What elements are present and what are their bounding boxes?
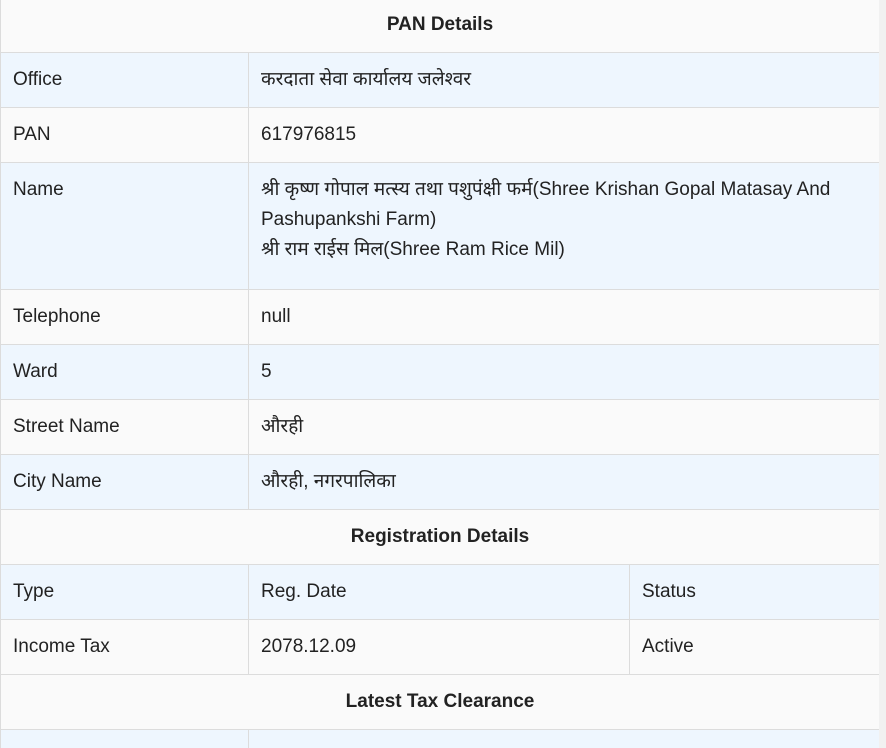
registration-details-heading-row: Registration Details	[0, 509, 880, 565]
name-row: Name श्री कृष्ण गोपाल मत्स्य तथा पशुपंक्…	[0, 162, 880, 290]
street-name-value: औरही	[248, 399, 880, 455]
city-name-label: City Name	[0, 454, 249, 510]
details-page: PAN Details Office करदाता सेवा कार्यालय …	[0, 0, 886, 748]
fiscal-year-label: Fiscal Year / Return	[0, 729, 249, 748]
telephone-label: Telephone	[0, 289, 249, 345]
type-column-header: Type	[0, 564, 249, 620]
city-name-row: City Name औरही, नगरपालिका	[0, 454, 880, 510]
registration-date: 2078.12.09	[248, 619, 630, 675]
pan-details-heading: PAN Details	[0, 0, 880, 53]
ward-value: 5	[248, 344, 880, 400]
name-label: Name	[0, 162, 249, 290]
name-value-line: श्री कृष्ण गोपाल मत्स्य तथा पशुपंक्षी फर…	[261, 179, 831, 230]
registration-status: Active	[629, 619, 880, 675]
telephone-value: null	[248, 289, 880, 345]
pan-label: PAN	[0, 107, 249, 163]
telephone-row: Telephone null	[0, 289, 880, 345]
registration-type: Income Tax	[0, 619, 249, 675]
status-column-header: Status	[629, 564, 880, 620]
latest-tax-clearance-heading: Latest Tax Clearance	[0, 674, 880, 730]
registration-row: Income Tax 2078.12.09 Active	[0, 619, 880, 675]
fiscal-year-value: 2079.080 / 2080.08.06	[248, 729, 880, 748]
page-scrollbar[interactable]	[879, 0, 886, 748]
pan-details-table: PAN Details Office करदाता सेवा कार्यालय …	[0, 0, 880, 748]
office-label: Office	[0, 52, 249, 108]
name-value-line: श्री राम राईस मिल(Shree Ram Rice Mil)	[261, 239, 565, 260]
registration-details-heading: Registration Details	[0, 509, 880, 565]
city-name-value: औरही, नगरपालिका	[248, 454, 880, 510]
street-name-label: Street Name	[0, 399, 249, 455]
ward-row: Ward 5	[0, 344, 880, 400]
registration-header-row: Type Reg. Date Status	[0, 564, 880, 620]
latest-tax-clearance-heading-row: Latest Tax Clearance	[0, 674, 880, 730]
ward-label: Ward	[0, 344, 249, 400]
pan-details-heading-row: PAN Details	[0, 0, 880, 53]
office-row: Office करदाता सेवा कार्यालय जलेश्वर	[0, 52, 880, 108]
pan-row: PAN 617976815	[0, 107, 880, 163]
pan-value: 617976815	[248, 107, 880, 163]
reg-date-column-header: Reg. Date	[248, 564, 630, 620]
fiscal-year-row: Fiscal Year / Return 2079.080 / 2080.08.…	[0, 729, 880, 748]
street-name-row: Street Name औरही	[0, 399, 880, 455]
name-value: श्री कृष्ण गोपाल मत्स्य तथा पशुपंक्षी फर…	[248, 162, 880, 290]
office-value: करदाता सेवा कार्यालय जलेश्वर	[248, 52, 880, 108]
